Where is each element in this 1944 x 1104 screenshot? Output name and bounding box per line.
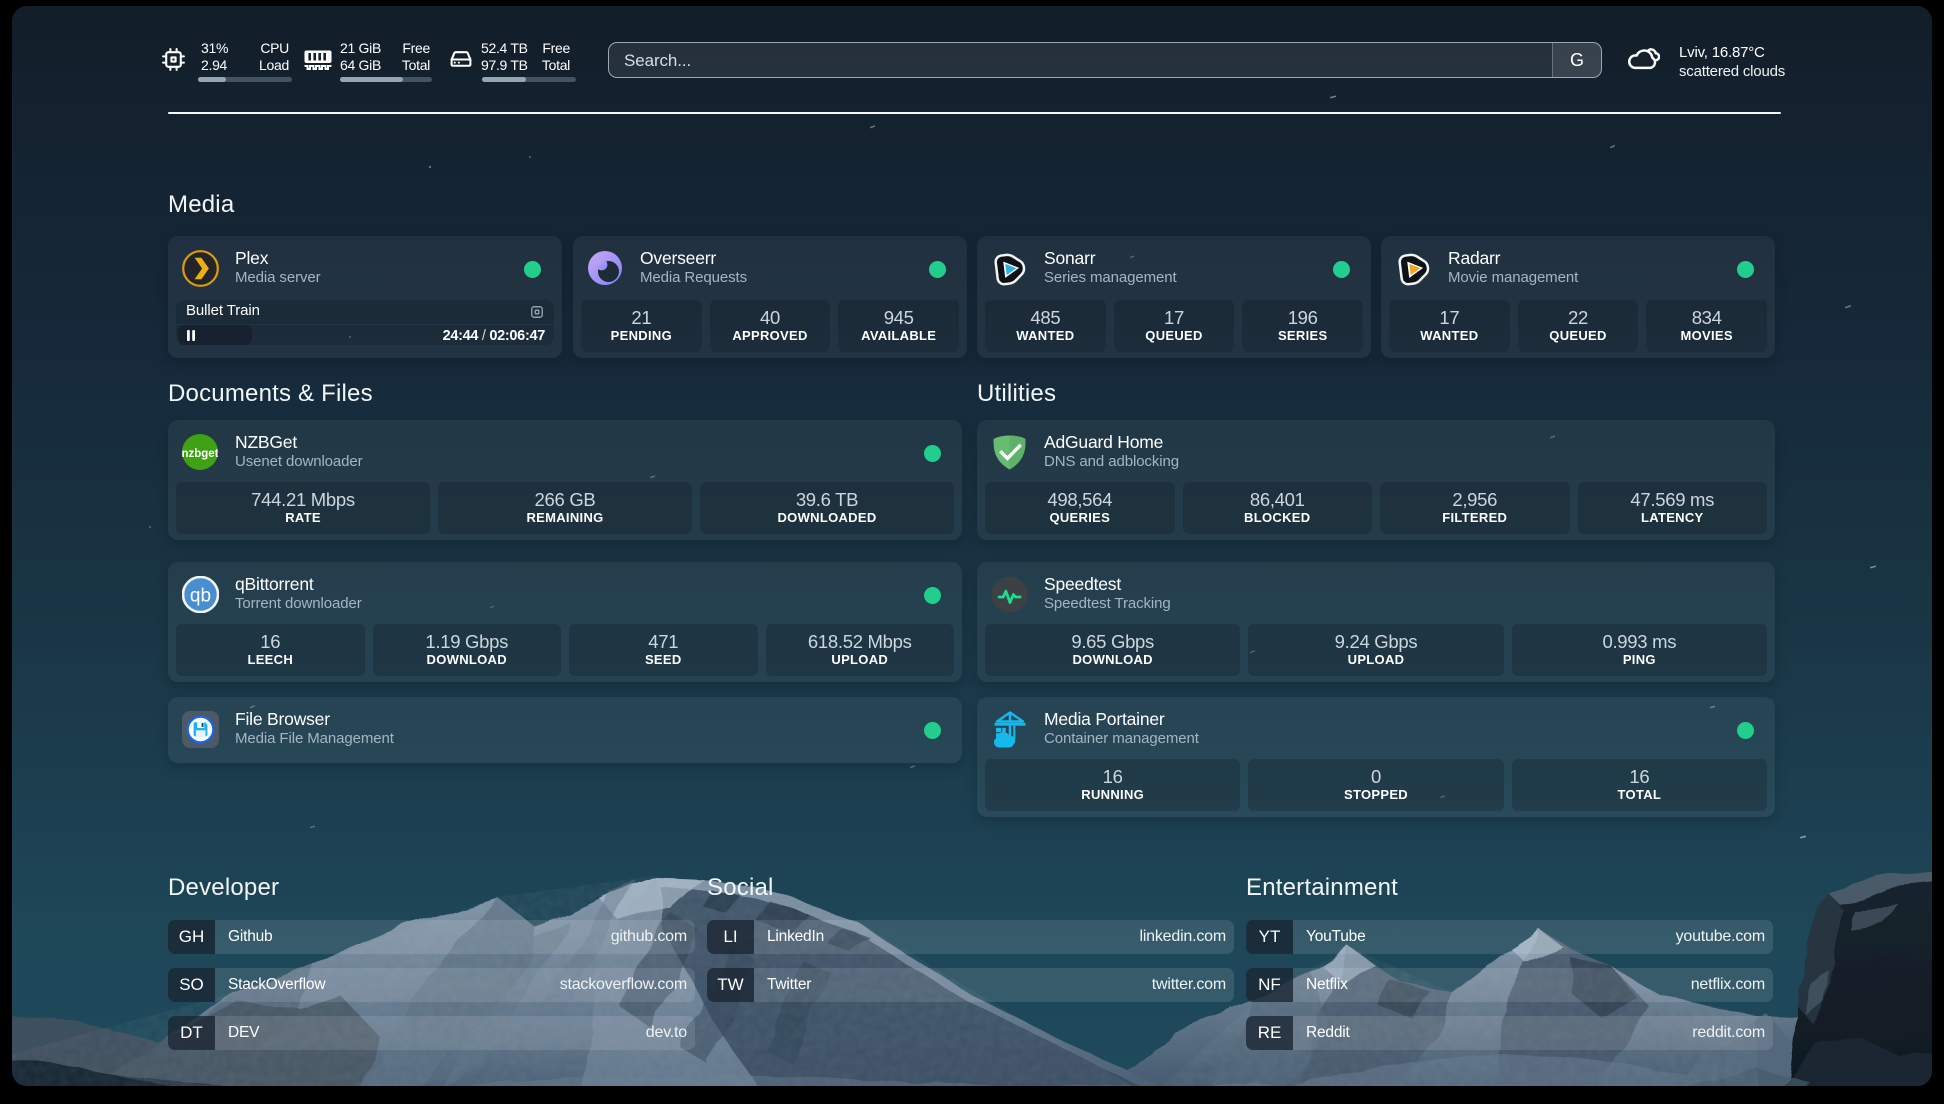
svg-text:qb: qb (190, 586, 211, 607)
svg-text:nzbget: nzbget (182, 448, 218, 460)
